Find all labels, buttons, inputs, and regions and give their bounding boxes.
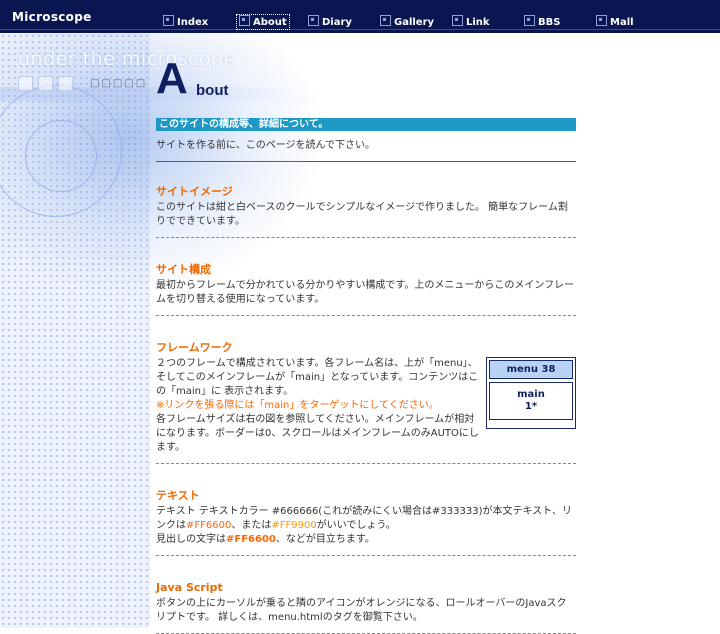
text-desc: 、または <box>231 520 272 531</box>
menu-item-index[interactable]: Index <box>163 15 208 29</box>
menu-divider <box>0 29 720 30</box>
decor-boxes: □□□□□ <box>90 78 148 89</box>
color-code-link: #FF6600 <box>186 520 232 531</box>
menu-icon <box>163 15 174 26</box>
color-code-link-alt: #FF9900 <box>271 520 317 531</box>
intro-text: サイトを作る前に、このページを読んで下さい。 <box>156 139 576 162</box>
decor-square <box>18 76 33 91</box>
decor-ring-small <box>25 120 97 192</box>
menu-item-link[interactable]: Link <box>452 15 490 29</box>
section-body: テキスト テキストカラー #666666(これが読みにくい場合は#333333)… <box>156 505 576 556</box>
site-logo[interactable]: Microscope <box>12 10 92 24</box>
diagram-main-size: 1* <box>524 401 538 412</box>
main-content: このサイトの構成等、詳細について。 サイトを作る前に、このページを読んで下さい。… <box>156 118 576 634</box>
section-site-image: サイトイメージ このサイトは紺と白ベースのクールでシンプルなイメージで作りました… <box>156 185 576 238</box>
menu-item-bbs[interactable]: BBS <box>524 15 560 29</box>
menu-item-about[interactable]: About <box>236 14 290 30</box>
section-title: テキスト <box>156 489 200 502</box>
diagram-main-frame: main 1* <box>489 382 573 420</box>
diagram-main-label: main <box>517 389 545 400</box>
page-heading-initial: A <box>156 54 188 103</box>
menu-icon <box>596 15 607 26</box>
decor-square <box>58 76 73 91</box>
ghost-tagline: under the microscope <box>18 48 236 70</box>
menu-icon <box>452 15 463 26</box>
section-body: ボタンの上にカーソルが乗ると隣のアイコンがオレンジになる、ロールオーバーのJav… <box>156 597 576 634</box>
target-warning: ※リンクを張る際には「main」をターゲットにしてください。 <box>156 400 439 411</box>
section-title: サイト構成 <box>156 263 211 276</box>
menu-item-mall[interactable]: Mall <box>596 15 634 29</box>
text-desc: 、などが目立ちます。 <box>275 534 375 545</box>
section-javascript: Java Script ボタンの上にカーソルが乗ると隣のアイコンがオレンジになる… <box>156 581 576 634</box>
section-body: menu 38 main 1* ２つのフレームで構成されています。各フレーム名は… <box>156 357 576 464</box>
page-heading-rest: bout <box>196 82 229 99</box>
menu-icon <box>239 15 250 26</box>
section-banner: このサイトの構成等、詳細について。 <box>156 118 576 131</box>
section-framework: フレームワーク menu 38 main 1* ２つのフレームで構成されています… <box>156 341 576 464</box>
section-body: 最初からフレームで分かれている分かりやすい構成です。上のメニューからこのメインフ… <box>156 279 576 316</box>
framework-text-1: ２つのフレームで構成されています。各フレーム名は、上が「menu」、そしてこのメ… <box>156 358 479 397</box>
color-code-heading: #FF6600 <box>226 534 276 545</box>
frame-diagram: menu 38 main 1* <box>486 357 576 429</box>
section-body: このサイトは紺と白ベースのクールでシンプルなイメージで作りました。 簡単なフレー… <box>156 201 576 238</box>
main-menu: Index About Diary Gallery Link BBS Mall <box>163 14 720 30</box>
menu-icon <box>524 15 535 26</box>
section-title: フレームワーク <box>156 341 233 354</box>
top-menu-frame: Microscope Index About Diary Gallery Lin… <box>0 0 720 33</box>
section-site-structure: サイト構成 最初からフレームで分かれている分かりやすい構成です。上のメニューから… <box>156 263 576 316</box>
decor-square <box>38 76 53 91</box>
section-title: サイトイメージ <box>156 185 233 198</box>
menu-item-gallery[interactable]: Gallery <box>380 15 434 29</box>
section-title: Java Script <box>156 581 223 594</box>
text-desc: 見出しの文字は <box>156 534 226 545</box>
framework-text-2: 各フレームサイズは右の図を参照してください。メインフレームが相対になります。ボー… <box>156 414 479 453</box>
diagram-menu-frame: menu 38 <box>489 360 573 379</box>
menu-item-diary[interactable]: Diary <box>308 15 352 29</box>
text-desc: がいいでしょう。 <box>316 520 396 531</box>
menu-icon <box>308 15 319 26</box>
menu-icon <box>380 15 391 26</box>
section-text: テキスト テキスト テキストカラー #666666(これが読みにくい場合は#33… <box>156 489 576 556</box>
